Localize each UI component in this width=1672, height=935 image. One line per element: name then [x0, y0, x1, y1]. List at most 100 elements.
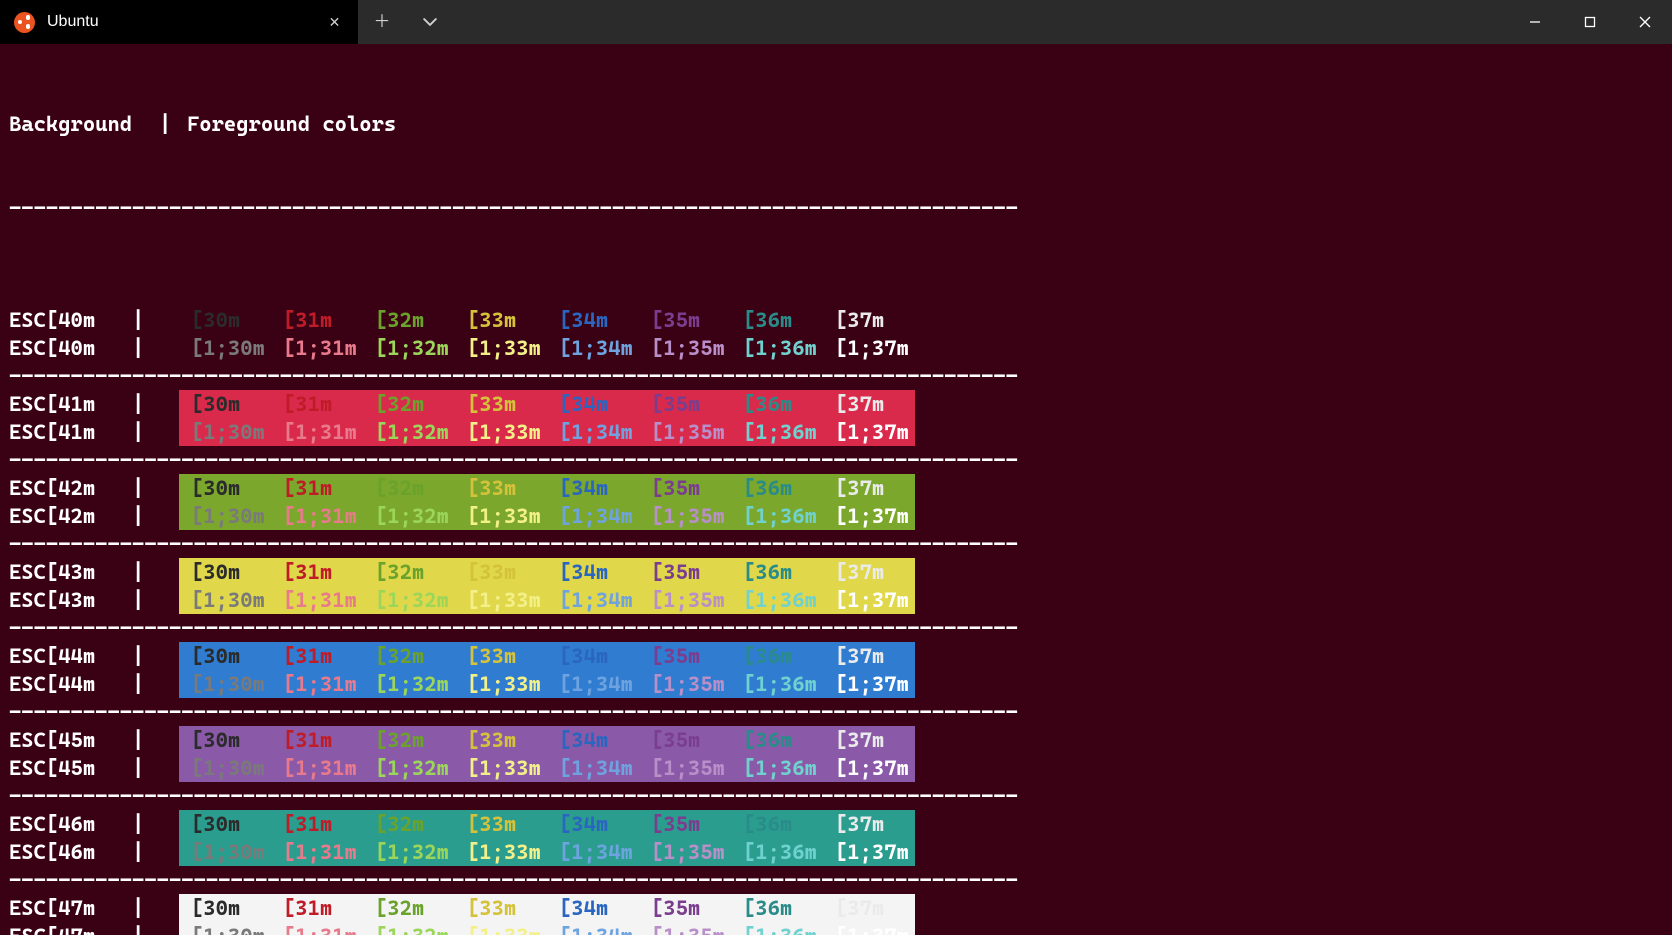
color-cell: [34m — [547, 642, 639, 670]
table-row: ESC[42m | [1;30m[1;31m[1;32m[1;33m[1;34m… — [9, 502, 1663, 530]
color-cell: [1;36m — [731, 334, 823, 362]
color-cell: [34m — [547, 474, 639, 502]
color-cell: [1;34m — [547, 922, 639, 935]
color-cell: [33m — [455, 558, 547, 586]
bg-strip: [1;30m[1;31m[1;32m[1;33m[1;34m[1;35m[1;3… — [179, 502, 915, 530]
color-cell: [1;35m — [639, 502, 731, 530]
table-row: ESC[47m | [30m[31m[32m[33m[34m[35m[36m[3… — [9, 894, 1663, 922]
color-cell: [1;32m — [363, 670, 455, 698]
table-row: ESC[47m | [1;30m[1;31m[1;32m[1;33m[1;34m… — [9, 922, 1663, 935]
color-cell: [1;37m — [823, 334, 915, 362]
color-cell: [36m — [731, 642, 823, 670]
row-label: ESC[46m | — [9, 838, 179, 866]
color-cell: [1;33m — [455, 418, 547, 446]
color-cell: [34m — [547, 558, 639, 586]
color-cell: [37m — [823, 726, 915, 754]
color-cell: [31m — [271, 642, 363, 670]
color-cell: [36m — [731, 558, 823, 586]
table-row: ESC[45m | [30m[31m[32m[33m[34m[35m[36m[3… — [9, 726, 1663, 754]
color-cell: [34m — [547, 810, 639, 838]
color-cell: [1;32m — [363, 418, 455, 446]
color-cell: [1;31m — [271, 838, 363, 866]
color-cell: [31m — [271, 474, 363, 502]
color-cell: [32m — [363, 474, 455, 502]
row-label: ESC[44m | — [9, 670, 179, 698]
header-background: Background — [9, 110, 159, 138]
row-label: ESC[41m | — [9, 418, 179, 446]
minimize-button[interactable] — [1507, 0, 1562, 44]
color-cell: [1;35m — [639, 838, 731, 866]
color-cell: [1;30m — [179, 922, 271, 935]
color-cell: [35m — [639, 474, 731, 502]
color-cell: [33m — [455, 642, 547, 670]
bg-strip: [1;30m[1;31m[1;32m[1;33m[1;34m[1;35m[1;3… — [179, 586, 915, 614]
color-cell: [37m — [823, 810, 915, 838]
color-cell: [1;33m — [455, 922, 547, 935]
color-cell: [35m — [639, 642, 731, 670]
color-cell: [1;37m — [823, 922, 915, 935]
color-cell: [1;36m — [731, 586, 823, 614]
color-cell: [35m — [639, 726, 731, 754]
color-cell: [35m — [639, 390, 731, 418]
color-cell: [30m — [179, 894, 271, 922]
row-label: ESC[46m | — [9, 810, 179, 838]
color-cell: [1;31m — [271, 586, 363, 614]
color-cell: [1;31m — [271, 922, 363, 935]
bg-strip: [1;30m[1;31m[1;32m[1;33m[1;34m[1;35m[1;3… — [179, 670, 915, 698]
table-row: ESC[40m | [30m[31m[32m[33m[34m[35m[36m[3… — [9, 306, 1663, 334]
color-cell: [30m — [179, 474, 271, 502]
color-cell: [31m — [271, 726, 363, 754]
color-cell: [1;36m — [731, 418, 823, 446]
table-row: ESC[42m | [30m[31m[32m[33m[34m[35m[36m[3… — [9, 474, 1663, 502]
color-cell: [31m — [271, 390, 363, 418]
color-cell: [1;37m — [823, 418, 915, 446]
terminal-output[interactable]: Background | Foreground colors ---------… — [0, 44, 1672, 935]
color-cell: [37m — [823, 894, 915, 922]
color-cell: [32m — [363, 894, 455, 922]
table-row: ESC[46m | [1;30m[1;31m[1;32m[1;33m[1;34m… — [9, 838, 1663, 866]
new-tab-button[interactable]: ＋ — [358, 0, 406, 44]
color-cell: [1;33m — [455, 334, 547, 362]
color-cell: [1;32m — [363, 502, 455, 530]
color-cell: [1;33m — [455, 670, 547, 698]
color-cell: [1;32m — [363, 922, 455, 935]
row-label: ESC[43m | — [9, 558, 179, 586]
color-cell: [1;34m — [547, 334, 639, 362]
color-cell: [32m — [363, 390, 455, 418]
tab-ubuntu[interactable]: Ubuntu ✕ — [0, 0, 358, 44]
bg-strip: [30m[31m[32m[33m[34m[35m[36m[37m — [179, 894, 915, 922]
table-row: ESC[40m | [1;30m[1;31m[1;32m[1;33m[1;34m… — [9, 334, 1663, 362]
table-header: Background | Foreground colors — [9, 110, 1663, 138]
color-cell: [1;34m — [547, 754, 639, 782]
color-cell: [35m — [639, 810, 731, 838]
color-cell: [1;30m — [179, 670, 271, 698]
bg-strip: [1;30m[1;31m[1;32m[1;33m[1;34m[1;35m[1;3… — [179, 922, 915, 935]
color-cell: [1;30m — [179, 754, 271, 782]
color-cell: [33m — [455, 306, 547, 334]
color-cell: [36m — [731, 474, 823, 502]
color-cell: [34m — [547, 894, 639, 922]
divider: ----------------------------------------… — [9, 194, 1663, 222]
bg-strip: [30m[31m[32m[33m[34m[35m[36m[37m — [179, 306, 915, 334]
bg-strip: [30m[31m[32m[33m[34m[35m[36m[37m — [179, 474, 915, 502]
color-cell: [35m — [639, 558, 731, 586]
close-window-button[interactable] — [1617, 0, 1672, 44]
color-cell: [37m — [823, 558, 915, 586]
color-cell: [30m — [179, 558, 271, 586]
color-cell: [1;33m — [455, 586, 547, 614]
color-cell: [1;32m — [363, 838, 455, 866]
divider: ----------------------------------------… — [9, 362, 1663, 390]
titlebar-drag-area[interactable] — [454, 0, 1507, 44]
tab-title: Ubuntu — [47, 8, 313, 36]
color-cell: [32m — [363, 726, 455, 754]
row-label: ESC[45m | — [9, 726, 179, 754]
color-cell: [31m — [271, 894, 363, 922]
tab-dropdown-button[interactable] — [406, 0, 454, 44]
maximize-button[interactable] — [1562, 0, 1617, 44]
table-row: ESC[44m | [1;30m[1;31m[1;32m[1;33m[1;34m… — [9, 670, 1663, 698]
bg-strip: [30m[31m[32m[33m[34m[35m[36m[37m — [179, 390, 915, 418]
bg-strip: [1;30m[1;31m[1;32m[1;33m[1;34m[1;35m[1;3… — [179, 334, 915, 362]
color-cell: [30m — [179, 306, 271, 334]
bg-strip: [1;30m[1;31m[1;32m[1;33m[1;34m[1;35m[1;3… — [179, 838, 915, 866]
close-tab-icon[interactable]: ✕ — [325, 13, 344, 32]
